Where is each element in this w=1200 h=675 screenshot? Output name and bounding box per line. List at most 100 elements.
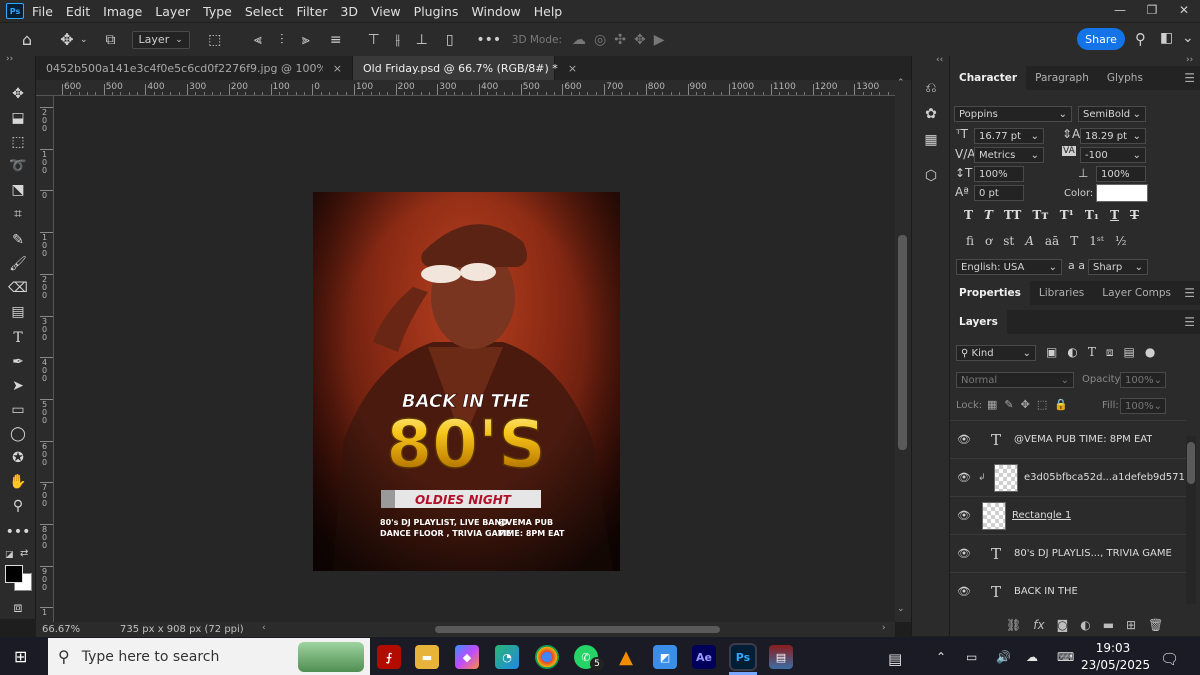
swap-colors-icon[interactable]: ⇄ <box>20 548 28 559</box>
menu-edit[interactable]: Edit <box>66 4 90 19</box>
delete-layer-icon[interactable]: 🗑 <box>1148 618 1163 632</box>
language-select[interactable]: English: USA ⌄ <box>956 259 1062 275</box>
news-widget-icon[interactable]: ▤ <box>888 650 902 668</box>
search-icon[interactable]: ⚲ <box>1135 30 1146 48</box>
taskbar-search-box[interactable]: ⚲ Type here to search <box>48 638 370 675</box>
artboard-tool-icon[interactable]: ⬓ <box>7 108 29 128</box>
chrome-icon[interactable] <box>535 645 559 669</box>
align-bottom-icon[interactable]: ⊥ <box>414 32 430 48</box>
screen-mode-icon[interactable]: ⧈ <box>7 598 29 618</box>
edge-icon[interactable]: ◔ <box>495 645 519 669</box>
layer-row[interactable]: 👁 ↲ e3d05bfbca52d...a1defeb9d571 <box>950 458 1186 496</box>
file-explorer-icon[interactable]: ▬ <box>415 645 439 669</box>
color-palette-icon[interactable]: ✿ <box>921 104 941 124</box>
align-top-icon[interactable]: ⊤ <box>366 32 382 48</box>
restore-icon[interactable]: ❐ <box>1136 0 1168 22</box>
font-family-select[interactable]: Poppins ⌄ <box>954 106 1072 122</box>
lock-pixels-icon[interactable]: ✎ <box>1004 398 1013 411</box>
tab-glyphs[interactable]: Glyphs <box>1098 66 1152 90</box>
new-group-icon[interactable]: ▬ <box>1103 618 1114 632</box>
panel-menu-icon[interactable]: ☰ <box>1184 286 1195 300</box>
move-tool-icon[interactable]: ✥ <box>56 30 78 49</box>
brush-tool-icon[interactable]: 🖌 <box>7 254 29 274</box>
layer-style-icon[interactable]: fx <box>1033 618 1044 632</box>
custom-shape-tool-icon[interactable]: ✪ <box>7 448 29 468</box>
lock-position-icon[interactable]: ✥ <box>1021 398 1030 411</box>
faux-italic-icon[interactable]: T <box>984 208 993 222</box>
align-middle-icon[interactable]: ⫲ <box>390 32 406 48</box>
foreground-color-swatch[interactable] <box>5 565 23 583</box>
windows-start-icon[interactable]: ⊞ <box>14 647 27 666</box>
layer-row[interactable]: 👁 T BACK IN THE <box>950 572 1186 610</box>
tab-libraries[interactable]: Libraries <box>1030 281 1093 305</box>
3d-cube-icon[interactable]: ⬡ <box>921 166 941 186</box>
zoom-tool-icon[interactable]: ⚲ <box>7 496 29 516</box>
scrollbar-thumb[interactable] <box>435 626 720 633</box>
titling-icon[interactable]: T <box>1070 234 1078 248</box>
3d-orbit-icon[interactable]: ☁ <box>572 32 586 48</box>
workspace-chevron-icon[interactable]: ⌄ <box>1182 30 1194 46</box>
layer-row[interactable]: 👁 T 80's DJ PLAYLIS..., TRIVIA GAME <box>950 534 1186 572</box>
close-tab-icon[interactable]: × <box>568 62 577 75</box>
panel-menu-icon[interactable]: ☰ <box>1184 315 1195 329</box>
fractions-icon[interactable]: ½ <box>1115 234 1127 248</box>
winrar-icon[interactable]: ▤ <box>769 645 793 669</box>
3d-roll-icon[interactable]: ◎ <box>594 32 606 48</box>
tracking-field[interactable]: -100 ⌄ <box>1080 147 1146 163</box>
pen-tool-icon[interactable]: ✒ <box>7 352 29 372</box>
layer-filter-select[interactable]: ⚲ Kind ⌄ <box>956 345 1036 361</box>
distribute-icon[interactable]: ≡ <box>328 32 344 48</box>
3d-camera-icon[interactable]: ▶ <box>654 32 665 48</box>
ellipse-tool-icon[interactable]: ◯ <box>7 424 29 444</box>
add-mask-icon[interactable]: ◙ <box>1057 618 1069 632</box>
lock-artboard-icon[interactable]: ⬚ <box>1037 398 1047 411</box>
menu-layer[interactable]: Layer <box>155 4 190 19</box>
minimize-icon[interactable]: — <box>1104 0 1136 22</box>
filter-type-icon[interactable]: T <box>1088 345 1096 360</box>
onedrive-icon[interactable]: ☁ <box>1026 650 1038 664</box>
acrobat-icon[interactable]: ⨍ <box>377 645 401 669</box>
path-select-tool-icon[interactable]: ➤ <box>7 376 29 396</box>
superscript-icon[interactable]: T¹ <box>1060 208 1074 222</box>
filter-toggle-icon[interactable]: ● <box>1145 345 1155 360</box>
photos-icon[interactable]: ◩ <box>653 645 677 669</box>
edit-toolbar-icon[interactable]: ••• <box>6 522 31 542</box>
visibility-eye-icon[interactable]: 👁 <box>950 509 978 522</box>
filter-pixel-icon[interactable]: ▣ <box>1046 345 1057 360</box>
tab-layer-comps[interactable]: Layer Comps <box>1093 281 1180 305</box>
menu-3d[interactable]: 3D <box>340 4 358 19</box>
stylistic-alternates-icon[interactable]: st <box>1003 234 1014 248</box>
crop-tool-icon[interactable]: ⌗ <box>7 204 29 224</box>
layers-scrollbar[interactable] <box>1186 436 1196 604</box>
filter-smartobject-icon[interactable]: ▤ <box>1123 345 1134 360</box>
notifications-icon[interactable]: 🗨 <box>1160 650 1179 668</box>
scroll-right-icon[interactable]: › <box>882 623 886 633</box>
discretionary-ligatures-icon[interactable]: ơ <box>985 234 992 248</box>
baseline-shift-field[interactable]: 0 pt <box>974 185 1024 201</box>
3d-slide-icon[interactable]: ✥ <box>634 32 646 48</box>
volume-icon[interactable]: 🔊 <box>996 650 1011 664</box>
lasso-tool-icon[interactable]: ➰ <box>7 156 29 176</box>
adjustment-layer-icon[interactable]: ◐ <box>1080 618 1090 632</box>
menu-view[interactable]: View <box>371 4 401 19</box>
swatches-icon[interactable]: ▦ <box>921 130 941 150</box>
align-right-icon[interactable]: ⫸ <box>298 32 314 48</box>
default-colors-icon[interactable]: ◪ <box>5 550 14 560</box>
photoshop-logo-icon[interactable]: Ps <box>6 3 24 19</box>
history-icon[interactable]: ⎌ <box>921 78 941 98</box>
type-tool-icon[interactable]: T <box>7 328 29 348</box>
underline-icon[interactable]: T <box>1110 208 1119 222</box>
menu-window[interactable]: Window <box>471 4 520 19</box>
photoshop-taskbar-icon[interactable]: Ps <box>729 643 757 671</box>
poster-artboard[interactable]: BACK IN THE 80'S OLDIES NIGHT 80's DJ PL… <box>313 192 620 571</box>
canvas-horizontal-scrollbar[interactable]: ‹ › <box>262 623 890 634</box>
menu-image[interactable]: Image <box>103 4 142 19</box>
visibility-eye-icon[interactable]: 👁 <box>950 547 978 560</box>
clock-time[interactable]: 19:03 <box>1088 641 1138 655</box>
menu-file[interactable]: File <box>32 4 53 19</box>
kerning-field[interactable]: Metrics ⌄ <box>974 147 1044 163</box>
close-tab-icon[interactable]: × <box>333 62 342 75</box>
subscript-icon[interactable]: T₁ <box>1085 208 1099 222</box>
visibility-eye-icon[interactable]: 👁 <box>950 433 978 446</box>
filter-shape-icon[interactable]: ⧈ <box>1106 345 1114 360</box>
